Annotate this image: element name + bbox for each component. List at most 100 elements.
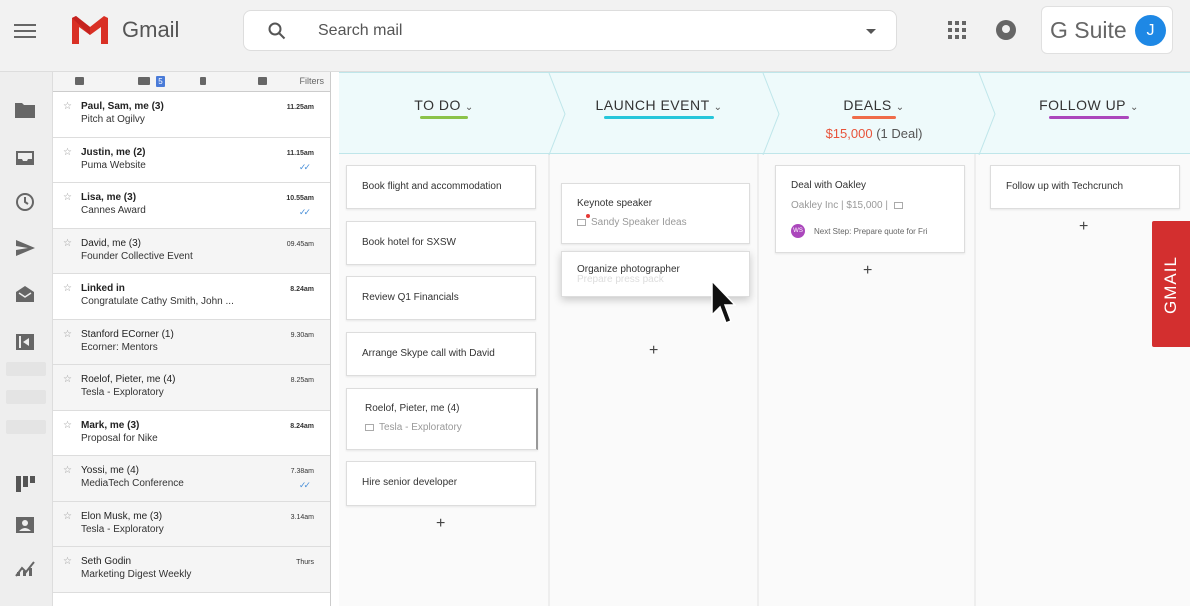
card-title: Follow up with Techcrunch [1006, 181, 1124, 192]
read-receipt-icon: ✓✓ [298, 207, 311, 217]
filters-button[interactable]: Filters [300, 76, 325, 86]
main-menu-icon[interactable] [14, 20, 36, 42]
mail-subject: MediaTech Conference [81, 478, 184, 489]
mail-row[interactable]: ☆ Roelof, Pieter, me (4) Tesla - Explorato… [53, 365, 330, 411]
mail-sender: Linked in [81, 283, 125, 294]
mail-subject: Congratulate Cathy Smith, John ... [81, 296, 234, 307]
star-icon[interactable]: ☆ [63, 238, 72, 249]
star-icon[interactable]: ☆ [63, 420, 72, 431]
mail-row[interactable]: ☆ Stanford ECorner (1) Ecorner: Mentors 9.3… [53, 319, 330, 365]
stage-todo[interactable]: TO DO ⌄ [339, 73, 549, 155]
avatar[interactable]: J [1135, 15, 1166, 46]
star-icon[interactable]: ☆ [63, 556, 72, 567]
mail-row[interactable]: ☆ David, me (3) Founder Collective Event 09… [53, 228, 330, 274]
rail-placeholder [6, 420, 46, 434]
rail-placeholder [6, 390, 46, 404]
gmail-logo-icon[interactable] [70, 14, 110, 46]
task-card[interactable]: Hire senior developer [346, 461, 536, 506]
star-icon[interactable]: ☆ [63, 192, 72, 203]
mail-row[interactable]: ☆ Justin, me (2) Puma Website 11.15am ✓✓ [53, 137, 330, 183]
contacts-icon[interactable] [14, 515, 36, 535]
add-card-button[interactable]: + [863, 262, 872, 280]
mail-time: 8.24am [290, 422, 314, 430]
card-subtitle: Oakley Inc | $15,000 | [791, 200, 908, 211]
task-card[interactable]: Follow up with Techcrunch [990, 165, 1180, 209]
deal-card[interactable]: Deal with Oakley Oakley Inc | $15,000 | … [775, 165, 965, 253]
mail-time: Thurs [296, 559, 314, 566]
star-icon[interactable]: ☆ [63, 329, 72, 340]
deals-count: (1 Deal) [876, 126, 923, 141]
apps-grid-icon[interactable] [948, 21, 966, 39]
mail-row[interactable]: ☆ Lisa, me (3) Cannes Award 10.55am ✓✓ [53, 183, 330, 229]
mail-time: 11.25am [286, 104, 314, 111]
mail-sender: Roelof, Pieter, me (4) [81, 374, 176, 385]
email-card[interactable]: Roelof, Pieter, me (4) Tesla - Explorato… [346, 388, 538, 450]
mail-row[interactable]: ☆ Seth Godin Marketing Digest Weekly Thurs [53, 547, 330, 593]
pipeline-board-icon[interactable] [14, 474, 36, 494]
stage-header-bar: TO DO ⌄ LAUNCH EVENT ⌄ DEALS ⌄ $15,000 (1 D… [339, 72, 1190, 155]
email-card[interactable]: Keynote speaker Sandy Speaker Ideas [561, 183, 750, 244]
stage-color-bar [604, 116, 714, 119]
send-icon[interactable] [14, 238, 36, 258]
card-title: Book hotel for SXSW [362, 237, 456, 248]
folder-icon[interactable] [14, 100, 36, 120]
mail-row[interactable]: ☆ Elon Musk, me (3) Tesla - Exploratory 3.1… [53, 501, 330, 547]
mail-list: 5 Filters ☆ Paul, Sam, me (3) Pitch at Ogi… [53, 72, 331, 606]
task-card[interactable]: Review Q1 Financials [346, 276, 536, 320]
stage-color-bar [420, 116, 468, 119]
search-options-icon[interactable] [866, 29, 876, 34]
star-icon[interactable]: ☆ [63, 147, 72, 158]
stage-title: LAUNCH EVENT [595, 97, 710, 113]
mail-subject: Tesla - Exploratory [81, 387, 164, 398]
add-card-button[interactable]: + [436, 515, 445, 533]
task-card[interactable]: Book flight and accommodation [346, 165, 536, 209]
task-card[interactable]: Book hotel for SXSW [346, 221, 536, 265]
next-step-text: Next Step: Prepare quote for Fri [814, 227, 928, 236]
side-tab-label: GMAIL [1161, 256, 1180, 314]
star-icon[interactable]: ☆ [63, 465, 72, 476]
mail-row[interactable]: ☆ Linked in Congratulate Cathy Smith, John… [53, 274, 330, 320]
search-box[interactable] [243, 10, 897, 51]
star-icon[interactable]: ☆ [63, 374, 72, 385]
chevron-down-icon[interactable]: ⌄ [714, 102, 723, 113]
star-icon[interactable]: ☆ [63, 511, 72, 522]
inbox-icon[interactable] [14, 147, 36, 167]
stage-deals[interactable]: DEALS ⌄ $15,000 (1 Deal) [769, 73, 979, 155]
account-box[interactable]: G Suite J [1041, 6, 1173, 54]
collapse-panel-icon[interactable] [14, 332, 36, 352]
analytics-icon[interactable] [14, 558, 36, 578]
column-divider [548, 154, 550, 606]
drafts-icon[interactable] [14, 284, 36, 304]
stage-title: DEALS [843, 97, 892, 113]
card-title: Deal with Oakley [791, 180, 867, 191]
add-card-button[interactable]: + [1079, 218, 1088, 236]
promotions-tab-icon[interactable] [200, 77, 206, 85]
star-icon[interactable]: ☆ [63, 101, 72, 112]
mail-list-toolbar: 5 Filters [53, 72, 330, 92]
chevron-down-icon[interactable]: ⌄ [896, 102, 905, 113]
inbox-tab-icon[interactable] [75, 77, 84, 85]
stage-color-bar [852, 116, 896, 119]
gsuite-label: G Suite [1050, 17, 1127, 43]
social-count-badge: 5 [156, 76, 165, 87]
mail-time: 10.55am [286, 195, 314, 202]
mail-row[interactable]: ☆ Yossi, me (4) MediaTech Conference 7.38am… [53, 456, 330, 502]
chevron-down-icon[interactable]: ⌄ [465, 102, 474, 113]
star-icon[interactable]: ☆ [63, 283, 72, 294]
mail-row[interactable]: ☆ Paul, Sam, me (3) Pitch at Ogilvy 11.25am [53, 92, 330, 138]
chevron-down-icon[interactable]: ⌄ [1130, 102, 1139, 113]
clock-icon[interactable] [14, 192, 36, 212]
card-title: Keynote speaker [577, 198, 653, 209]
mail-row[interactable]: ☆ Mark, me (3) Proposal for Nike 8.24am [53, 410, 330, 456]
notifications-icon[interactable] [996, 20, 1016, 40]
search-input[interactable] [318, 19, 838, 43]
stage-follow-up[interactable]: FOLLOW UP ⌄ [984, 73, 1190, 155]
stage-launch-event[interactable]: LAUNCH EVENT ⌄ [554, 73, 764, 155]
stage-title: FOLLOW UP [1039, 97, 1127, 113]
mail-subject: Proposal for Nike [81, 432, 158, 444]
task-card[interactable]: Arrange Skype call with David [346, 332, 536, 376]
updates-tab-icon[interactable] [258, 77, 267, 85]
add-card-button[interactable]: + [649, 342, 658, 360]
social-tab-icon[interactable] [138, 77, 150, 85]
gmail-side-tab[interactable]: GMAIL [1152, 221, 1190, 347]
